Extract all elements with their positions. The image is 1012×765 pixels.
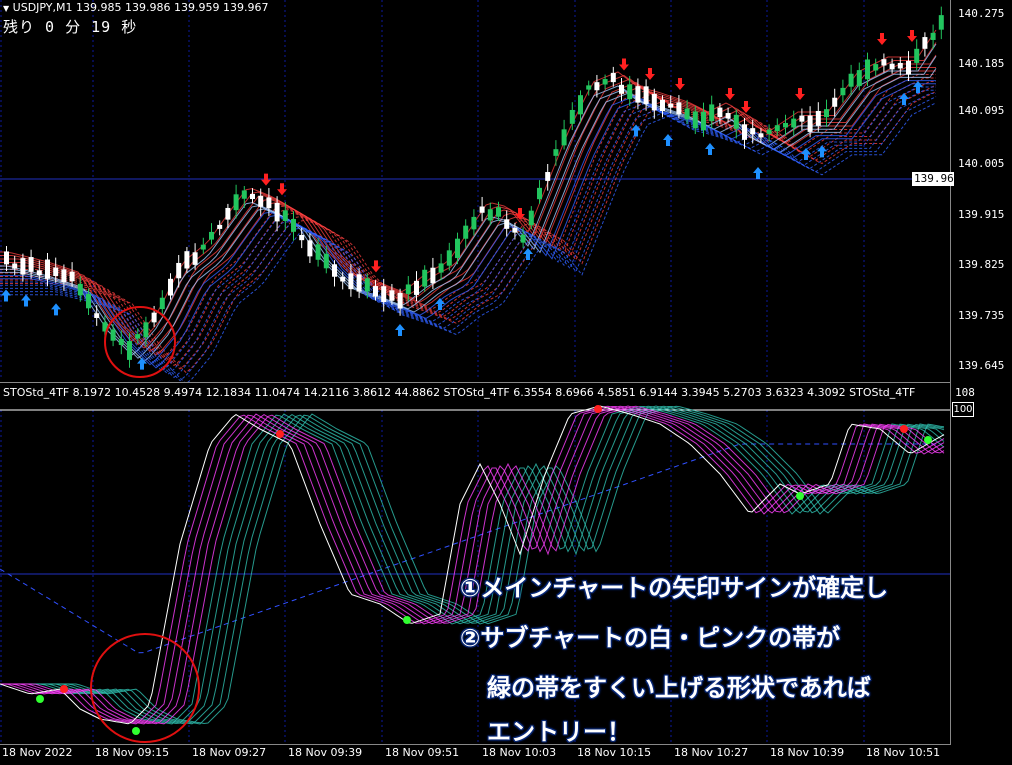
dropdown-triangle-icon[interactable]: ▼ — [3, 4, 9, 13]
time-axis-border — [0, 744, 951, 745]
time-axis-label: 18 Nov 09:39 — [288, 746, 363, 759]
price-axis-label: 139.735 — [958, 309, 1005, 322]
symbol-header: ▼ USDJPY,M1 139.985 139.986 139.959 139.… — [3, 1, 268, 14]
time-axis-label: 18 Nov 10:51 — [866, 746, 941, 759]
time-axis-label: 18 Nov 10:15 — [577, 746, 652, 759]
time-axis-label: 18 Nov 09:51 — [385, 746, 460, 759]
signal-arrows — [1, 30, 923, 370]
annotation-line-2: ②サブチャートの白・ピンクの帯が — [460, 624, 841, 652]
blue-ma-ribbon — [0, 43, 937, 383]
current-price-badge: 139.967 — [912, 172, 961, 186]
remaining-time-label: 残り 0 分 19 秒 — [3, 18, 138, 36]
main-sub-separator — [0, 382, 950, 383]
price-axis-label: 139.825 — [958, 258, 1005, 271]
annotation-line-1: ①メインチャートの矢印サインが確定し — [460, 574, 889, 602]
price-axis-label: 140.095 — [958, 104, 1005, 117]
time-axis-label: 18 Nov 09:15 — [95, 746, 170, 759]
annotation-line-4: エントリー！ — [487, 718, 631, 746]
main-price-chart[interactable] — [0, 0, 1012, 383]
time-axis-label: 18 Nov 10:39 — [770, 746, 845, 759]
time-axis-label: 18 Nov 10:27 — [674, 746, 749, 759]
symbol-quote-line: USDJPY,M1 139.985 139.986 139.959 139.96… — [12, 1, 269, 14]
time-axis-label: 18 Nov 09:27 — [192, 746, 267, 759]
time-axis-label: 18 Nov 2022 — [2, 746, 73, 759]
red-ma-ribbon — [0, 29, 937, 374]
price-axis-label: 140.185 — [958, 57, 1005, 70]
main-chart-grid — [0, 0, 950, 380]
highlight-circle-sub — [90, 633, 200, 743]
price-axis-label: 140.275 — [958, 7, 1005, 20]
price-axis-label: 139.645 — [958, 359, 1005, 372]
time-axis-label: 18 Nov 10:03 — [482, 746, 557, 759]
annotation-line-3: 緑の帯をすくい上げる形状であれば — [487, 674, 871, 702]
price-axis-label: 140.005 — [958, 157, 1005, 170]
price-axis-label: 139.915 — [958, 208, 1005, 221]
